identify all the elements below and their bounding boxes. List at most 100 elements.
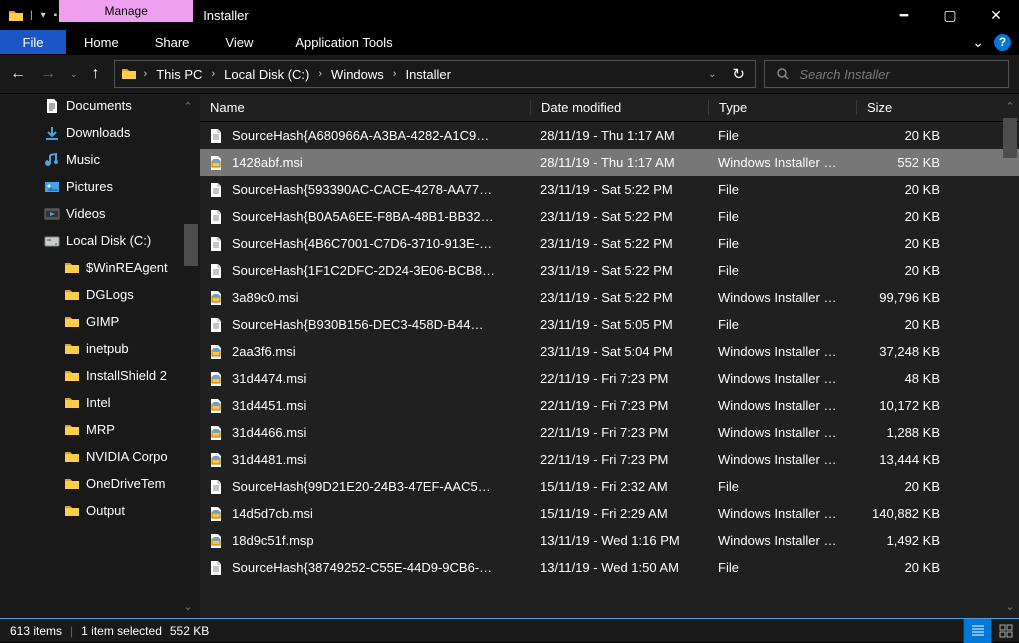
- qat-overflow[interactable]: ▪: [52, 10, 60, 21]
- file-type: Windows Installer …: [708, 155, 856, 170]
- search-box[interactable]: [764, 60, 1009, 88]
- navpane-item[interactable]: Downloads: [0, 119, 200, 146]
- navpane-item[interactable]: $WinREAgent: [0, 254, 200, 281]
- file-row[interactable]: 31d4474.msi 22/11/19 - Fri 7:23 PM Windo…: [200, 365, 1019, 392]
- file-name: 31d4451.msi: [232, 398, 306, 413]
- file-row[interactable]: SourceHash{B0A5A6EE-F8BA-48B1-BB32… 23/1…: [200, 203, 1019, 230]
- file-date: 28/11/19 - Thu 1:17 AM: [530, 128, 708, 143]
- file-row[interactable]: 31d4451.msi 22/11/19 - Fri 7:23 PM Windo…: [200, 392, 1019, 419]
- disk-icon: [44, 233, 60, 249]
- tab-application-tools[interactable]: Application Tools: [277, 30, 410, 54]
- navpane-item[interactable]: Intel: [0, 389, 200, 416]
- file-row[interactable]: 18d9c51f.msp 13/11/19 - Wed 1:16 PM Wind…: [200, 527, 1019, 554]
- nav-history-dropdown[interactable]: ⌄: [70, 69, 78, 80]
- msi-icon: [208, 425, 224, 441]
- folder-icon: [64, 476, 80, 492]
- tab-view[interactable]: View: [207, 30, 271, 54]
- breadcrumb[interactable]: This PC: [154, 67, 204, 82]
- manage-context-tab[interactable]: Manage: [59, 0, 193, 22]
- chevron-right-icon[interactable]: ›: [313, 68, 327, 80]
- file-row[interactable]: SourceHash{38749252-C55E-44D9-9CB6-… 13/…: [200, 554, 1019, 581]
- navpane-item[interactable]: Music: [0, 146, 200, 173]
- file-type: File: [708, 317, 856, 332]
- navpane-item[interactable]: Videos: [0, 200, 200, 227]
- breadcrumb[interactable]: Local Disk (C:): [222, 67, 311, 82]
- navpane-item[interactable]: InstallShield 2: [0, 362, 200, 389]
- chevron-right-icon[interactable]: ›: [139, 68, 153, 80]
- column-type[interactable]: Type: [708, 100, 856, 115]
- maximize-button[interactable]: ▢: [927, 0, 973, 30]
- file-date: 15/11/19 - Fri 2:32 AM: [530, 479, 708, 494]
- file-type: File: [708, 560, 856, 575]
- navpane-item-label: Videos: [66, 206, 106, 221]
- file-row[interactable]: 31d4466.msi 22/11/19 - Fri 7:23 PM Windo…: [200, 419, 1019, 446]
- navpane-item-label: GIMP: [86, 314, 119, 329]
- help-button[interactable]: ?: [994, 34, 1011, 51]
- navpane-item[interactable]: Local Disk (C:): [0, 227, 200, 254]
- scroll-down-icon[interactable]: ⌄: [180, 598, 196, 614]
- qat-dropdown-icon[interactable]: ▾: [39, 10, 48, 21]
- file-row[interactable]: SourceHash{A680966A-A3BA-4282-A1C9… 28/1…: [200, 122, 1019, 149]
- navigation-pane[interactable]: ⌃ DocumentsDownloadsMusicPicturesVideosL…: [0, 94, 200, 618]
- file-row[interactable]: 2aa3f6.msi 23/11/19 - Sat 5:04 PM Window…: [200, 338, 1019, 365]
- navpane-item[interactable]: Documents: [0, 94, 200, 119]
- folder-icon: [64, 368, 80, 384]
- navpane-item-label: inetpub: [86, 341, 129, 356]
- address-root-icon: [121, 66, 137, 82]
- breadcrumb[interactable]: Installer: [403, 67, 453, 82]
- file-row[interactable]: SourceHash{1F1C2DFC-2D24-3E06-BCB8… 23/1…: [200, 257, 1019, 284]
- scroll-up-icon[interactable]: ⌃: [1003, 98, 1017, 114]
- tab-share[interactable]: Share: [137, 30, 208, 54]
- navpane-item[interactable]: Output: [0, 497, 200, 524]
- file-row[interactable]: 1428abf.msi 28/11/19 - Thu 1:17 AM Windo…: [200, 149, 1019, 176]
- close-button[interactable]: ✕: [973, 0, 1019, 30]
- file-tab[interactable]: File: [0, 30, 66, 54]
- navpane-item[interactable]: OneDriveTem: [0, 470, 200, 497]
- file-row[interactable]: SourceHash{B930B156-DEC3-458D-B44… 23/11…: [200, 311, 1019, 338]
- scrollbar-thumb[interactable]: [1003, 118, 1017, 158]
- file-row[interactable]: SourceHash{4B6C7001-C7D6-3710-913E-… 23/…: [200, 230, 1019, 257]
- column-date[interactable]: Date modified: [530, 100, 708, 115]
- view-details-button[interactable]: [963, 619, 991, 643]
- file-row[interactable]: SourceHash{593390AC-CACE-4278-AA77… 23/1…: [200, 176, 1019, 203]
- minimize-button[interactable]: ━: [881, 0, 927, 30]
- pic-icon: [44, 179, 60, 195]
- file-date: 13/11/19 - Wed 1:50 AM: [530, 560, 708, 575]
- chevron-right-icon[interactable]: ›: [388, 68, 402, 80]
- navpane-item-label: Documents: [66, 98, 132, 113]
- file-row[interactable]: 14d5d7cb.msi 15/11/19 - Fri 2:29 AM Wind…: [200, 500, 1019, 527]
- address-bar[interactable]: › This PC › Local Disk (C:) › Windows › …: [114, 60, 756, 88]
- scrollbar[interactable]: ⌃ ⌄: [1003, 98, 1017, 614]
- navpane-item[interactable]: NVIDIA Corpo: [0, 443, 200, 470]
- breadcrumb[interactable]: Windows: [329, 67, 386, 82]
- scroll-down-icon[interactable]: ⌄: [1003, 598, 1017, 614]
- file-row[interactable]: 3a89c0.msi 23/11/19 - Sat 5:22 PM Window…: [200, 284, 1019, 311]
- nav-forward-button[interactable]: →: [40, 65, 56, 83]
- file-icon: [208, 479, 224, 495]
- navpane-item[interactable]: DGLogs: [0, 281, 200, 308]
- msi-icon: [208, 155, 224, 171]
- file-name: 31d4474.msi: [232, 371, 306, 386]
- navpane-item[interactable]: GIMP: [0, 308, 200, 335]
- navpane-item[interactable]: inetpub: [0, 335, 200, 362]
- chevron-right-icon[interactable]: ›: [206, 68, 220, 80]
- column-name[interactable]: Name: [200, 100, 530, 115]
- address-dropdown-icon[interactable]: ⌄: [708, 69, 716, 80]
- app-icon: [8, 8, 24, 22]
- file-icon: [208, 560, 224, 576]
- navpane-item[interactable]: MRP: [0, 416, 200, 443]
- nav-back-button[interactable]: ←: [10, 65, 26, 83]
- file-row[interactable]: SourceHash{99D21E20-24B3-47EF-AAC5… 15/1…: [200, 473, 1019, 500]
- refresh-button[interactable]: ↻: [732, 65, 745, 83]
- view-thumbnails-button[interactable]: [991, 619, 1019, 643]
- scrollbar-thumb[interactable]: [184, 224, 198, 266]
- tab-home[interactable]: Home: [66, 30, 137, 54]
- navpane-item[interactable]: Pictures: [0, 173, 200, 200]
- ribbon-expand-icon[interactable]: ⌄: [972, 34, 984, 51]
- file-row[interactable]: 31d4481.msi 22/11/19 - Fri 7:23 PM Windo…: [200, 446, 1019, 473]
- search-input[interactable]: [799, 67, 1008, 82]
- navpane-item-label: NVIDIA Corpo: [86, 449, 168, 464]
- nav-up-button[interactable]: ↑: [92, 65, 100, 83]
- file-size: 10,172 KB: [856, 398, 950, 413]
- column-size[interactable]: Size: [856, 100, 950, 115]
